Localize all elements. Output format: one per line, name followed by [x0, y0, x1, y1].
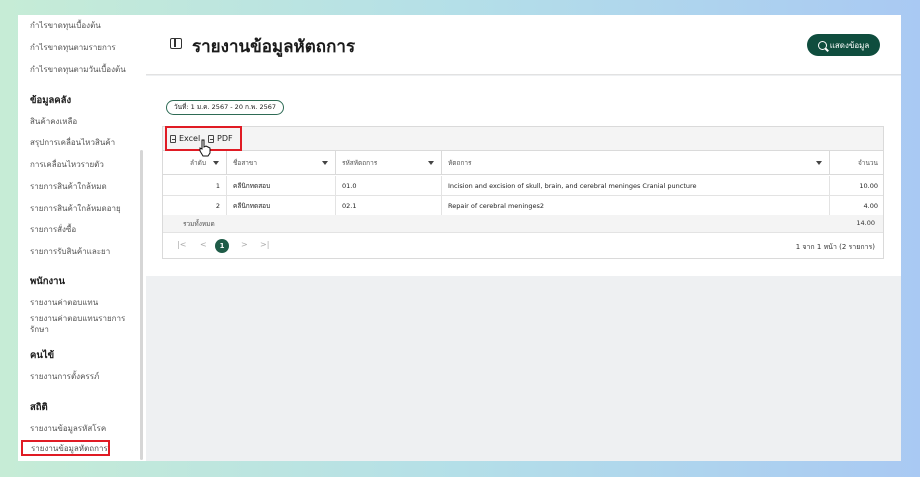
cell-branch: คลีนิกทดสอบ — [227, 176, 336, 196]
report-content: วันที่: 1 ม.ค. 2567 - 20 ก.พ. 2567 Excel… — [146, 76, 901, 276]
sidebar-item-compensation[interactable]: รายงานค่าตอบแทน — [30, 297, 134, 308]
grid-toolbar: Excel PDF — [163, 126, 883, 157]
pagination: |< < 1 > >| 1 จาก 1 หน้า (2 รายการ) — [163, 233, 883, 259]
sidebar-item-profit-by-item[interactable]: กำไรขาดทุนตามรายการ — [30, 42, 134, 53]
first-page-button[interactable]: |< — [177, 240, 186, 249]
sidebar-item-near-expiry[interactable]: รายการสินค้าใกล้หมดอายุ — [30, 203, 134, 214]
cell-amount: 4.00 — [863, 202, 878, 210]
sidebar-item-movement-each[interactable]: การเคลื่อนไหวรายตัว — [30, 159, 134, 170]
page-info: 1 จาก 1 หน้า (2 รายการ) — [795, 243, 875, 251]
sidebar-section-statistics: สถิติ — [30, 402, 48, 413]
sidebar-item-movement-summary[interactable]: สรุปการเคลื่อนไหวสินค้า — [30, 137, 134, 148]
sidebar-item-low-stock[interactable]: รายการสินค้าใกล้หมด — [30, 181, 134, 192]
col-header-code[interactable]: รหัสหัตถการ — [336, 151, 442, 175]
sidebar-section-staff: พนักงาน — [30, 276, 65, 287]
sort-caret-icon — [213, 161, 219, 165]
col-header-amount[interactable]: จำนวน — [830, 151, 884, 175]
app-window: กำไรขาดทุนเบื้องต้น กำไรขาดทุนตามรายการ … — [18, 15, 901, 461]
cell-index: 1 — [163, 176, 227, 196]
sidebar-item-compensation-treatment[interactable]: รายงานค่าตอบแทนรายการรักษา — [30, 313, 134, 335]
sidebar-toggle-icon[interactable] — [170, 38, 182, 49]
sidebar-scrollbar[interactable] — [140, 150, 143, 460]
cell-amount: 10.00 — [859, 182, 878, 190]
col-header-index[interactable]: ลำดับ — [163, 151, 227, 175]
sort-caret-icon — [322, 161, 328, 165]
show-data-label: แสดงข้อมูล — [829, 40, 870, 50]
col-header-branch[interactable]: ชื่อสาขา — [227, 151, 336, 175]
last-page-button[interactable]: >| — [260, 240, 269, 249]
sort-caret-icon — [428, 161, 434, 165]
total-label: รวมทั้งหมด — [183, 220, 215, 228]
table-row[interactable]: 2 คลีนิกทดสอบ 02.1 Repair of cerebral me… — [163, 196, 883, 216]
date-range-chip[interactable]: วันที่: 1 ม.ค. 2567 - 20 ก.พ. 2567 — [166, 100, 284, 115]
sidebar-item-stock[interactable]: สินค้าคงเหลือ — [30, 116, 134, 127]
col-header-label: หัตถการ — [448, 159, 472, 167]
cell-index: 2 — [163, 196, 227, 216]
col-header-label: รหัสหัตถการ — [342, 159, 378, 167]
page-header: รายงานข้อมูลหัตถการ แสดงข้อมูล — [146, 15, 901, 75]
sidebar-item-procedure-report[interactable]: รายงานข้อมูลหัตถการ — [21, 440, 110, 456]
total-row: รวมทั้งหมด 14.00 — [163, 215, 883, 233]
sidebar-item-disease-code[interactable]: รายงานข้อมูลรหัสโรค — [30, 423, 134, 434]
cell-code: 01.0 — [336, 176, 442, 196]
sidebar-item-profit-by-day[interactable]: กำไรขาดทุนตามวันเบื้องต้น — [30, 64, 134, 75]
main-area: รายงานข้อมูลหัตถการ แสดงข้อมูล วันที่: 1… — [146, 15, 901, 461]
col-header-label: ชื่อสาขา — [233, 159, 258, 167]
show-data-button[interactable]: แสดงข้อมูล — [807, 34, 880, 56]
sidebar-section-inventory: ข้อมูลคลัง — [30, 95, 72, 106]
sidebar-item-profit-basic[interactable]: กำไรขาดทุนเบื้องต้น — [30, 20, 134, 31]
sidebar-section-patients: คนไข้ — [30, 350, 55, 361]
sort-caret-icon — [816, 161, 822, 165]
data-grid: Excel PDF ลำดับ ชื่อสาขา รหัสหัตถการ หัต… — [162, 126, 884, 259]
sidebar-item-receiving[interactable]: รายการรับสินค้าและยา — [30, 246, 134, 257]
table-header: ลำดับ ชื่อสาขา รหัสหัตถการ หัตถการ จำนวน — [163, 151, 883, 175]
sidebar: กำไรขาดทุนเบื้องต้น กำไรขาดทุนตามรายการ … — [18, 15, 144, 461]
sidebar-item-pregnancy[interactable]: รายงานการตั้งครรภ์ — [30, 371, 134, 382]
next-page-button[interactable]: > — [241, 240, 248, 249]
table-row[interactable]: 1 คลีนิกทดสอบ 01.0 Incision and excision… — [163, 176, 883, 196]
cell-procedure: Incision and excision of skull, brain, a… — [442, 176, 830, 196]
cell-branch: คลีนิกทดสอบ — [227, 196, 336, 216]
col-header-procedure[interactable]: หัตถการ — [442, 151, 830, 175]
col-header-label: จำนวน — [858, 159, 878, 167]
prev-page-button[interactable]: < — [200, 240, 207, 249]
export-excel-button[interactable]: Excel — [170, 134, 200, 143]
col-header-label: ลำดับ — [190, 159, 206, 167]
current-page-button[interactable]: 1 — [215, 239, 229, 253]
cell-code: 02.1 — [336, 196, 442, 216]
pdf-label: PDF — [217, 134, 233, 143]
page-title: รายงานข้อมูลหัตถการ — [192, 37, 356, 57]
total-value: 14.00 — [856, 219, 875, 227]
cell-procedure: Repair of cerebral meninges2 — [442, 196, 830, 216]
file-icon — [170, 134, 176, 143]
search-icon — [817, 40, 827, 50]
sidebar-item-orders[interactable]: รายการสั่งซื้อ — [30, 224, 134, 235]
